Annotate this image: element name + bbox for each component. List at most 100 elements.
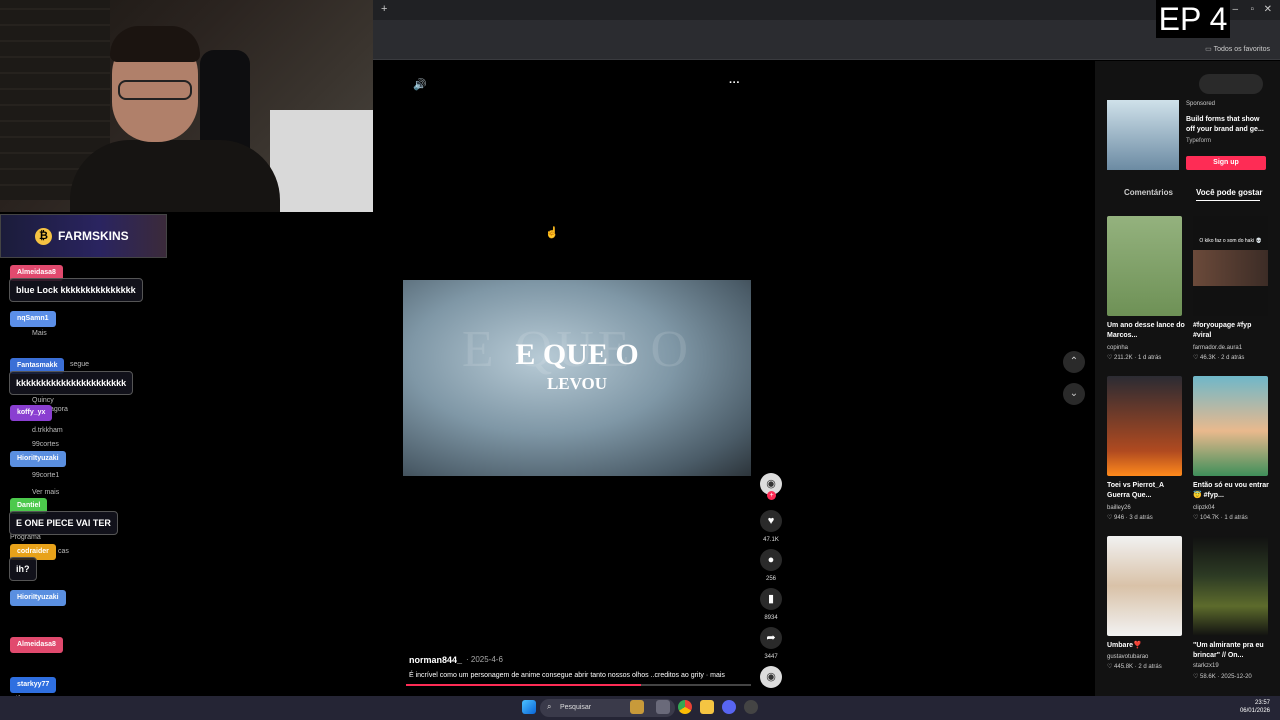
active-tab-underline [1196, 200, 1260, 201]
video-author[interactable]: starkzx19 [1193, 663, 1219, 669]
tab-comments[interactable]: Comentários [1124, 188, 1173, 197]
likes: ♡ 445.8K [1107, 664, 1134, 670]
video-stats: ♡ 58.6K · 2025-12-20 [1193, 673, 1252, 680]
system-clock[interactable]: 23:57 06/01/2026 [1240, 699, 1270, 715]
more-options-icon[interactable]: ··· [729, 77, 740, 89]
ad-thumbnail[interactable] [1107, 100, 1179, 170]
chat-ghost-text: segue [70, 361, 90, 368]
age: · 2 d atrás [1217, 355, 1245, 361]
video-stats: ♡ 445.8K · 2 d atrás [1107, 663, 1162, 670]
music-disc-icon[interactable]: ◉ [760, 666, 782, 688]
share-button[interactable]: ➦ [760, 627, 782, 649]
like-button[interactable]: ♥ [760, 510, 782, 532]
video-frame[interactable]: E QUE O E QUE O LEVOU [403, 280, 751, 476]
chat-ghost-text: Mais [32, 330, 47, 337]
video-thumbnail[interactable] [1193, 536, 1268, 636]
crown-app-icon[interactable] [630, 700, 644, 714]
likes: ♡ 104.7K [1193, 515, 1220, 521]
video-stats: ♡ 104.7K · 1 d atrás [1193, 514, 1248, 521]
chat-ghost-text: cas [58, 548, 69, 555]
video-title[interactable]: Então só eu vou entrar 😇 #fyp... [1193, 481, 1271, 501]
mouse-cursor-icon: ☝ [545, 227, 559, 239]
task-view-icon[interactable] [656, 700, 670, 714]
age: · 2 d atrás [1134, 664, 1162, 670]
video-thumbnail[interactable] [1107, 216, 1182, 316]
farmskins-logo-icon: ₿ [35, 228, 52, 245]
likes: ♡ 211.2K [1107, 355, 1133, 361]
folder-icon: ▭ [1205, 46, 1214, 53]
video-author[interactable]: copinha [1107, 345, 1128, 351]
sidebar-tools[interactable] [1199, 74, 1263, 94]
taskbar-search[interactable]: Pesquisar [540, 699, 675, 717]
like-count: 47.1K [763, 537, 779, 543]
comment-count: 256 [765, 576, 776, 582]
likes: ♡ 58.6K [1193, 674, 1216, 680]
tab-you-may-like[interactable]: Você pode gostar [1196, 188, 1263, 197]
video-author[interactable]: clipzk04 [1193, 505, 1215, 511]
video-subtitle-text: LEVOU [546, 374, 608, 393]
discord-icon[interactable] [722, 700, 736, 714]
close-window-button[interactable]: ✕ [1264, 4, 1272, 15]
sponsor-banner: ₿ FARMSKINS [0, 214, 167, 258]
video-thumbnail[interactable]: O kiko faz o som do haki 💀 [1193, 216, 1268, 316]
new-tab-button[interactable]: + [381, 3, 387, 15]
video-title[interactable]: Umbare❣️ [1107, 641, 1185, 651]
clock-time: 23:57 [1254, 700, 1270, 706]
chat-username: HioriItyuzaki [10, 590, 66, 606]
chat-username: nqSamn1 [10, 311, 56, 327]
sponsor-name: FARMSKINS [58, 229, 129, 243]
video-author[interactable]: norman844_ [409, 655, 462, 665]
bookmark-count: 8934 [764, 615, 778, 621]
maximize-button[interactable]: ▫ [1250, 4, 1254, 15]
previous-video-button[interactable]: ⌃ [1063, 351, 1085, 373]
ad-signup-button[interactable]: Sign up [1186, 156, 1266, 170]
search-icon: ⌕ [547, 702, 552, 711]
chat-ghost-text: 99corte1 [32, 472, 60, 479]
chat-message: ih? [9, 557, 37, 581]
chat-ghost-text: Ver mais [32, 489, 60, 496]
file-explorer-icon[interactable] [700, 700, 714, 714]
comment-button[interactable]: ● [760, 549, 782, 571]
age: · 2025-12-20 [1217, 674, 1252, 680]
thumb-overlay-text: O kiko faz o som do haki 💀 [1199, 238, 1262, 244]
likes: ♡ 946 [1107, 515, 1125, 521]
settings-app-icon[interactable] [744, 700, 758, 714]
video-title[interactable]: #foryoupage #fyp #viral [1193, 321, 1271, 341]
age: · 1 d atrás [1220, 515, 1248, 521]
ad-sponsored-label: Sponsored [1186, 101, 1216, 107]
follow-plus-icon[interactable]: + [767, 491, 776, 500]
video-title[interactable]: Toei vs Pierrot_A Guerra Que... [1107, 481, 1185, 501]
video-thumbnail[interactable] [1193, 376, 1268, 476]
video-author[interactable]: bailley26 [1107, 505, 1131, 511]
bookmark-button[interactable]: ▮ [760, 588, 782, 610]
video-thumbnail[interactable] [1107, 536, 1182, 636]
ad-title[interactable]: Build forms that show off your brand and… [1186, 115, 1268, 135]
video-stats: ♡ 211.2K · 1 d atrás [1107, 354, 1161, 361]
likes: ♡ 46.3K [1193, 355, 1216, 361]
bookmarks-bar [373, 40, 1280, 60]
video-stats: ♡ 46.3K · 2 d atrás [1193, 354, 1244, 361]
chat-username: Almeidasa8 [10, 637, 63, 653]
video-author[interactable]: gustavotubarao [1107, 654, 1148, 660]
video-thumbnail[interactable] [1107, 376, 1182, 476]
minimize-button[interactable]: – [1232, 4, 1238, 15]
webcam-feed [0, 0, 373, 212]
all-favorites-link[interactable]: ▭ Todos os favoritos [1205, 45, 1270, 53]
video-title[interactable]: "Um almirante pra eu brincar" // On... [1193, 641, 1271, 661]
video-title[interactable]: Um ano desse lance do Marcos... [1107, 321, 1185, 341]
chat-username: koffy_yx [10, 405, 53, 421]
windows-start-icon[interactable] [522, 700, 536, 714]
next-video-button[interactable]: ⌄ [1063, 383, 1085, 405]
chat-message: kkkkkkkkkkkkkkkkkkkkkk [9, 371, 134, 395]
chat-ghost-text: d.trkkham [32, 427, 63, 434]
address-bar[interactable] [373, 20, 1280, 40]
volume-icon[interactable]: 🔊 [413, 78, 427, 91]
chrome-icon[interactable] [678, 700, 692, 714]
video-progress-bar[interactable] [406, 684, 751, 686]
video-author[interactable]: farmador.de.aura1 [1193, 345, 1242, 351]
chat-message: E ONE PIECE VAI TER [9, 511, 118, 535]
video-stats: ♡ 946 · 3 d atrás [1107, 514, 1153, 521]
ad-brand: Typeform [1186, 138, 1212, 144]
episode-badge: EP 4 [1156, 0, 1230, 38]
chat-ghost-text: Programa [10, 534, 41, 541]
